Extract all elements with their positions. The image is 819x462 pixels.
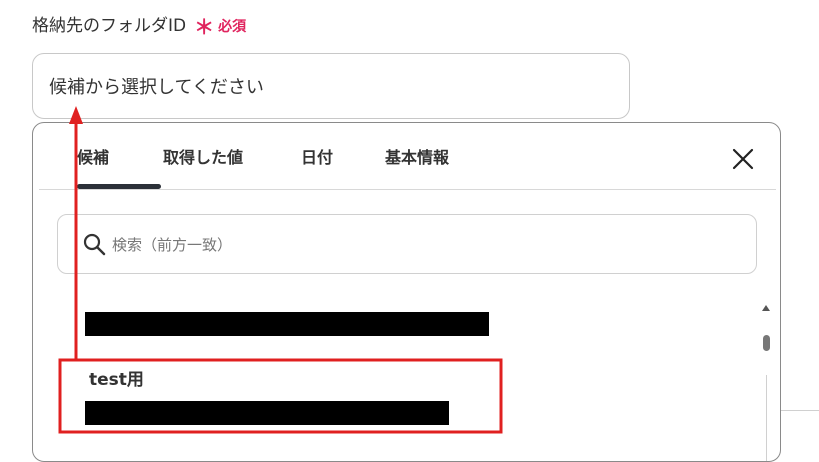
scrollbar[interactable] [756, 295, 776, 461]
list-item-label[interactable]: test用 [89, 365, 144, 390]
field-label-group: 格納先のフォルダID ＊ 必須 [32, 11, 247, 39]
redacted-value[interactable] [85, 401, 449, 425]
tab-label: 候補 [77, 148, 110, 167]
field-label: 格納先のフォルダID [32, 16, 187, 36]
tab-label: 基本情報 [385, 148, 450, 167]
redacted-value[interactable] [85, 312, 489, 336]
tab-candidates[interactable]: 候補 [77, 123, 161, 189]
tab-basic-info[interactable]: 基本情報 [385, 123, 485, 189]
tab-label: 取得した値 [163, 148, 244, 167]
tab-acquired-values[interactable]: 取得した値 [163, 123, 263, 189]
suggestion-dropdown: 候補 取得した値 日付 基本情報 検索（前方一致） test用 [32, 122, 781, 462]
divider [781, 410, 819, 411]
search-icon [83, 233, 106, 256]
select-placeholder: 候補から選択してください [49, 77, 264, 98]
required-badge: 必須 [218, 19, 247, 35]
search-input[interactable]: 検索（前方一致） [57, 214, 757, 274]
close-button[interactable] [729, 145, 757, 173]
candidate-list: test用 [33, 291, 753, 461]
scroll-track [766, 375, 767, 461]
scroll-thumb[interactable] [763, 335, 770, 351]
close-icon [732, 148, 754, 170]
tab-date[interactable]: 日付 [301, 123, 351, 189]
tab-label: 日付 [301, 148, 334, 167]
required-asterisk: ＊ [194, 15, 215, 39]
search-placeholder: 検索（前方一致） [112, 235, 233, 254]
scroll-up-arrow-icon[interactable] [762, 305, 770, 311]
folder-id-select[interactable]: 候補から選択してください [32, 53, 630, 119]
tabs-divider [39, 189, 776, 190]
